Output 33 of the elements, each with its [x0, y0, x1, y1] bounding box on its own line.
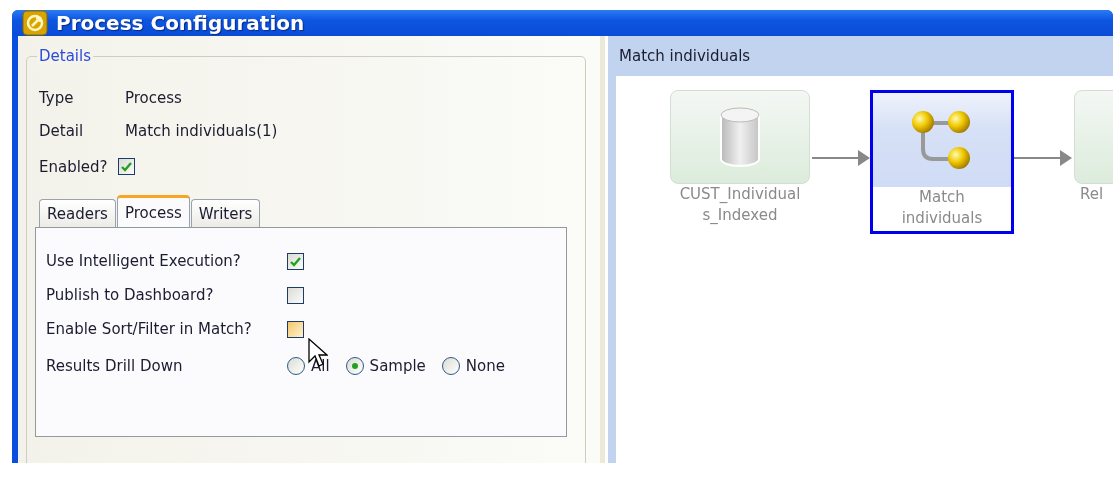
field-label: Type [39, 88, 75, 107]
database-icon [718, 106, 762, 168]
field-label: Enabled? [39, 158, 108, 176]
checkbox[interactable] [287, 320, 304, 338]
node-label: Match individuals [900, 187, 984, 229]
tab[interactable]: Process [116, 195, 190, 228]
radio-button[interactable] [345, 357, 364, 375]
option-label: Results Drill Down [46, 357, 184, 375]
option-label: Use Intelligent Execution? [46, 252, 242, 270]
node-label: Rel [1079, 184, 1105, 205]
process-node[interactable]: Match individuals [870, 90, 1014, 234]
field-label: Detail [39, 121, 85, 140]
checkbox[interactable] [287, 286, 304, 304]
option-label: Publish to Dashboard? [46, 286, 215, 304]
radio-label: Sample [369, 357, 426, 375]
option-row[interactable]: Publish to Dashboard? [46, 278, 566, 312]
option-row[interactable]: Use Intelligent Execution? [46, 244, 566, 278]
checkbox[interactable] [117, 157, 135, 175]
radio-button[interactable] [441, 357, 460, 375]
checkbox[interactable] [287, 252, 304, 270]
node-graph-icon [911, 109, 973, 171]
diagram-header: Match individuals [618, 46, 752, 67]
field-value: Process [125, 88, 182, 107]
app-icon [22, 10, 48, 36]
radio-button[interactable] [287, 357, 305, 375]
tab[interactable]: Writers [190, 199, 261, 227]
node-label: CUST_Individual s_Indexed [678, 184, 802, 226]
option-label: Enable Sort/Filter in Match? [46, 320, 253, 338]
option-row[interactable]: Enable Sort/Filter in Match? [46, 312, 566, 346]
window-title: Process Configuration [56, 11, 305, 35]
field-value: Match individuals(1) [125, 121, 278, 140]
tab[interactable]: Readers [39, 199, 116, 227]
radio-label: None [465, 357, 505, 375]
